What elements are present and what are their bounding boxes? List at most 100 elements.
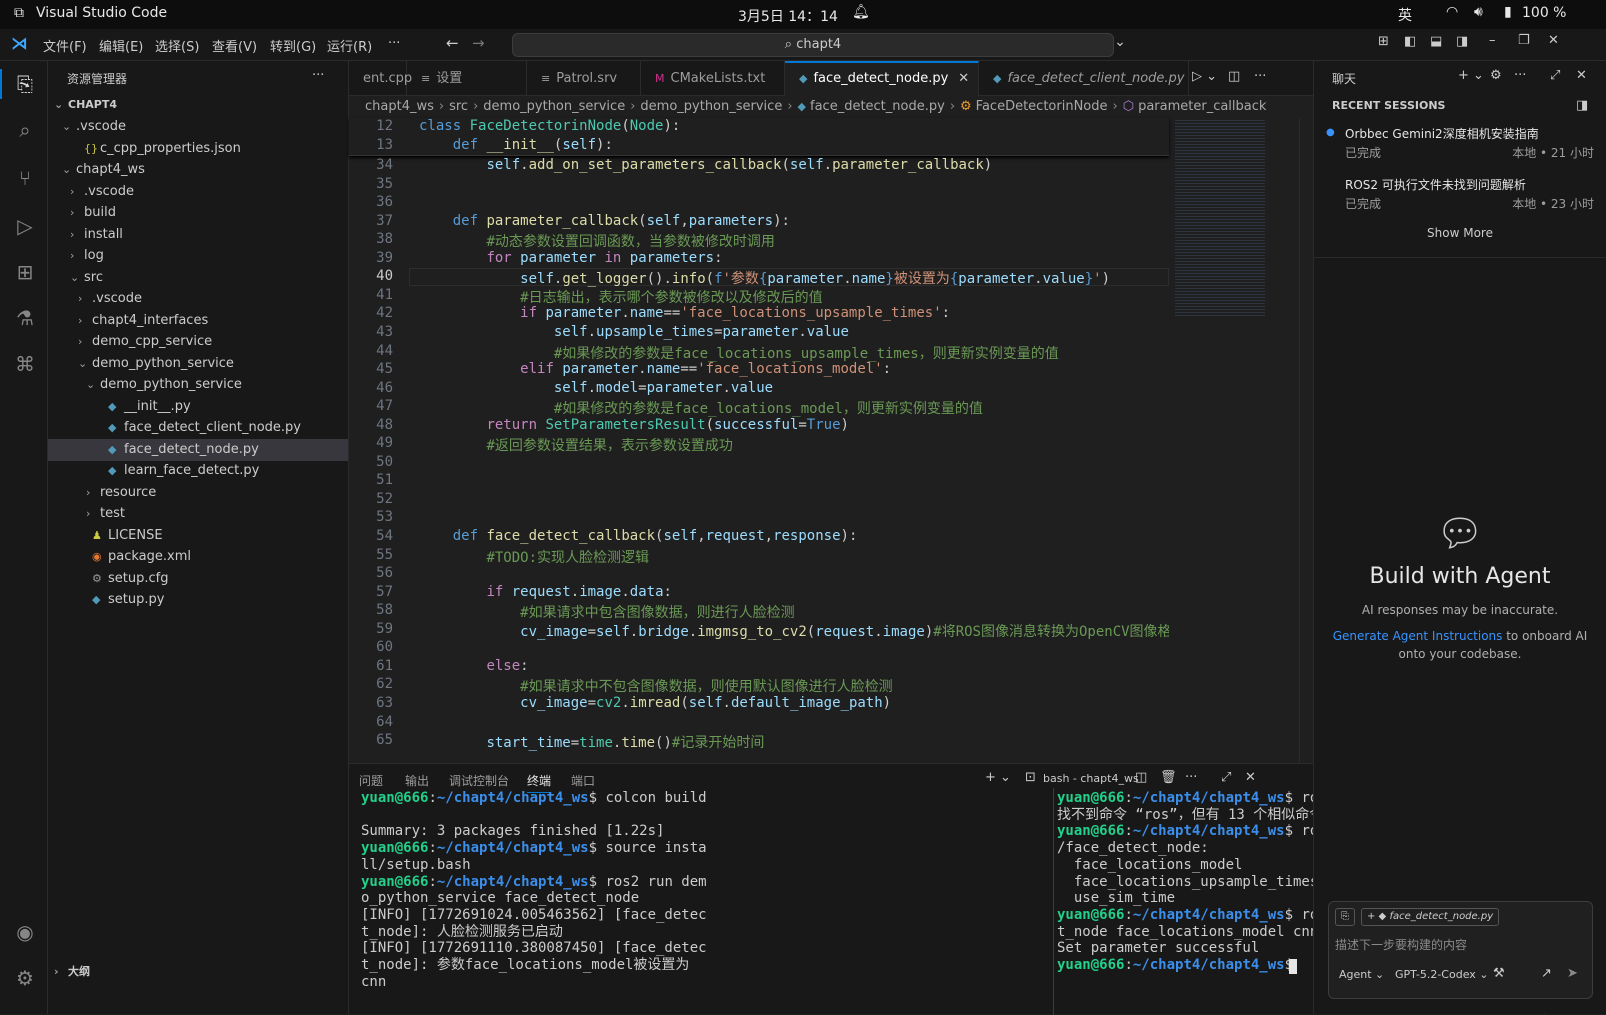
tree-item[interactable]: ⌄ demo_python_service — [48, 374, 348, 396]
notification-bell-icon[interactable]: 🔔︎ — [852, 4, 870, 20]
outline-section[interactable]: › 大纲 — [48, 961, 348, 983]
explorer-root[interactable]: ⌄ CHAPT4 — [48, 94, 348, 116]
code-line[interactable]: #如果修改的参数是face_locations_upsample_times，则… — [419, 343, 1059, 363]
tree-item[interactable]: {} c_cpp_properties.json — [48, 138, 348, 160]
code-line[interactable]: else: — [419, 658, 528, 674]
code-line[interactable]: for parameter in parameters: — [419, 250, 722, 266]
testing-icon[interactable]: ⚗ — [12, 305, 38, 331]
mode-dropdown[interactable]: Agent ⌄ — [1339, 968, 1384, 981]
tree-item[interactable]: ◆ learn_face_detect.py — [48, 460, 348, 482]
tree-item[interactable]: ⚙ setup.cfg — [48, 568, 348, 590]
menu-item[interactable]: 选择(S) — [155, 36, 199, 55]
forward-arrow-icon[interactable]: → — [472, 34, 485, 52]
system-clock[interactable]: 3月5日 14：14 — [738, 6, 838, 26]
close-panel-icon[interactable]: ✕ — [1245, 770, 1256, 785]
input-method-indicator[interactable]: 英 — [1398, 5, 1412, 25]
tree-item[interactable]: › chapt4_interfaces — [48, 310, 348, 332]
close-window-icon[interactable]: ✕ — [1548, 33, 1559, 48]
toggle-panel-icon[interactable]: ⬓ — [1430, 34, 1442, 49]
close-tab-icon[interactable]: ✕ — [958, 71, 969, 86]
terminal-left[interactable]: yuan@666:~/chapt4/chapt4_ws$ colcon buil… — [361, 788, 1051, 1015]
split-terminal-icon[interactable]: ◫ — [1135, 770, 1147, 785]
tree-item[interactable]: › .vscode — [48, 181, 348, 203]
tree-item[interactable]: ⌄ demo_python_service — [48, 353, 348, 375]
python-icon[interactable]: ⌘ — [12, 351, 38, 377]
back-arrow-icon[interactable]: ← — [446, 34, 459, 52]
tree-item[interactable]: ◉ package.xml — [48, 546, 348, 568]
battery-icon[interactable]: ▮ — [1504, 4, 1512, 20]
search-icon[interactable]: ⌕ — [12, 117, 38, 143]
generate-agent-instructions-link[interactable]: Generate Agent Instructions — [1333, 629, 1503, 643]
code-line[interactable]: if request.image.data: — [419, 584, 672, 600]
editor-scrollbar[interactable] — [1299, 118, 1313, 763]
breadcrumb-item[interactable]: ⬡ parameter_callback — [1123, 99, 1267, 114]
attach-icon[interactable]: ⎘ — [1335, 908, 1355, 926]
explorer-more-icon[interactable]: ··· — [312, 68, 324, 83]
send-icon[interactable]: ➤ — [1567, 966, 1578, 981]
code-line[interactable]: #返回参数设置结果，表示参数设置成功 — [419, 435, 732, 455]
tree-item[interactable]: ⌄ src — [48, 267, 348, 289]
panel-tab[interactable]: 端口 — [571, 772, 595, 789]
code-line[interactable]: def parameter_callback(self,parameters): — [419, 213, 790, 229]
editor-tab[interactable]: ◆ face_detect_node.py ✕ — [785, 61, 979, 96]
code-line[interactable]: cv_image=self.bridge.imgmsg_to_cv2(reque… — [419, 621, 1169, 641]
tree-item[interactable]: › test — [48, 503, 348, 525]
breadcrumb-item[interactable]: chapt4_ws — [365, 99, 434, 114]
menu-item[interactable]: ··· — [388, 36, 400, 51]
chat-session[interactable]: ● Orbbec Gemini2深度相机安装指南 已完成 本地 • 21 小时 — [1314, 123, 1606, 171]
menu-item[interactable]: 查看(V) — [212, 36, 257, 55]
tree-item[interactable]: › demo_cpp_service — [48, 331, 348, 353]
close-chat-icon[interactable]: ✕ — [1576, 68, 1587, 83]
explorer-icon[interactable]: ⎘ — [12, 71, 38, 97]
restore-icon[interactable]: ❐ — [1518, 33, 1530, 48]
tree-item[interactable]: › resource — [48, 482, 348, 504]
toggle-sessions-icon[interactable]: ◨ — [1576, 98, 1588, 113]
code-line[interactable]: #如果请求中不包含图像数据，则使用默认图像进行人脸检测 — [419, 676, 892, 696]
show-more-link[interactable]: Show More — [1314, 226, 1606, 240]
code-line[interactable]: start_time=time.time()#记录开始时间 — [419, 732, 764, 752]
breadcrumb-item[interactable]: src — [449, 99, 468, 114]
code-line[interactable]: elif parameter.name=='face_locations_mod… — [419, 361, 891, 377]
menu-item[interactable]: 运行(R) — [327, 36, 372, 55]
toggle-sidebar-icon[interactable]: ◧ — [1404, 34, 1416, 49]
trash-icon[interactable]: 🗑︎ — [1160, 770, 1177, 785]
account-icon[interactable]: ◉ — [12, 919, 38, 945]
tree-item[interactable]: ◆ face_detect_node.py — [48, 438, 348, 461]
code-line[interactable]: def face_detect_callback(self,request,re… — [419, 528, 858, 544]
menu-item[interactable]: 转到(G) — [270, 36, 316, 55]
code-lines[interactable]: 34 self.add_on_set_parameters_callback(s… — [349, 157, 1169, 763]
menu-item[interactable]: 编辑(E) — [99, 36, 143, 55]
tree-item[interactable]: › install — [48, 224, 348, 246]
chat-settings-icon[interactable]: ⚙ — [1490, 68, 1502, 83]
panel-more-icon[interactable]: ··· — [1185, 770, 1197, 785]
tree-item[interactable]: ⌄ chapt4_ws — [48, 159, 348, 181]
breadcrumb-item[interactable]: demo_python_service — [640, 99, 782, 114]
minimize-icon[interactable]: – — [1489, 33, 1496, 48]
model-dropdown[interactable]: GPT-5.2-Codex ⌄ — [1395, 968, 1489, 981]
tree-item[interactable]: › log — [48, 245, 348, 267]
wifi-icon[interactable]: ◠ — [1446, 4, 1458, 20]
tools-icon[interactable]: ⚒ — [1493, 966, 1505, 981]
run-debug-icon[interactable]: ▷ — [12, 213, 38, 239]
terminal-split-divider[interactable] — [1053, 788, 1054, 1015]
toggle-secondary-sidebar-icon[interactable]: ◨ — [1456, 34, 1468, 49]
tree-item[interactable]: › .vscode — [48, 288, 348, 310]
chat-session[interactable]: ROS2 可执行文件未找到问题解析 已完成 本地 • 23 小时 — [1314, 174, 1606, 222]
tree-item[interactable]: ◆ setup.py — [48, 589, 348, 611]
chat-input-placeholder[interactable]: 描述下一步要构建的内容 — [1335, 936, 1467, 953]
chat-input-box[interactable]: ⎘ + ◆ face_detect_node.py 描述下一步要构建的内容 Ag… — [1328, 901, 1593, 999]
extensions-icon[interactable]: ⊞ — [12, 259, 38, 285]
tree-item[interactable]: ◆ __init__.py — [48, 396, 348, 418]
tree-item[interactable]: › build — [48, 202, 348, 224]
panel-tab[interactable]: 调试控制台 — [449, 772, 509, 789]
customize-layout-icon[interactable]: ⊞ — [1378, 34, 1389, 49]
minimap[interactable] — [1175, 118, 1265, 318]
code-line[interactable]: if parameter.name=='face_locations_upsam… — [419, 305, 950, 321]
editor-tab[interactable]: ≡ 设置 — [407, 61, 527, 96]
volume-icon[interactable]: 🔊︎ — [1474, 4, 1483, 20]
maximize-panel-icon[interactable]: ⤢ — [1221, 770, 1231, 785]
code-line[interactable]: self.add_on_set_parameters_callback(self… — [419, 157, 992, 173]
command-center-search[interactable]: ⌕ chapt4 — [512, 33, 1114, 57]
code-line[interactable]: #TODO:实现人脸检测逻辑 — [419, 547, 649, 567]
split-editor-icon[interactable]: ◫ — [1228, 69, 1240, 84]
